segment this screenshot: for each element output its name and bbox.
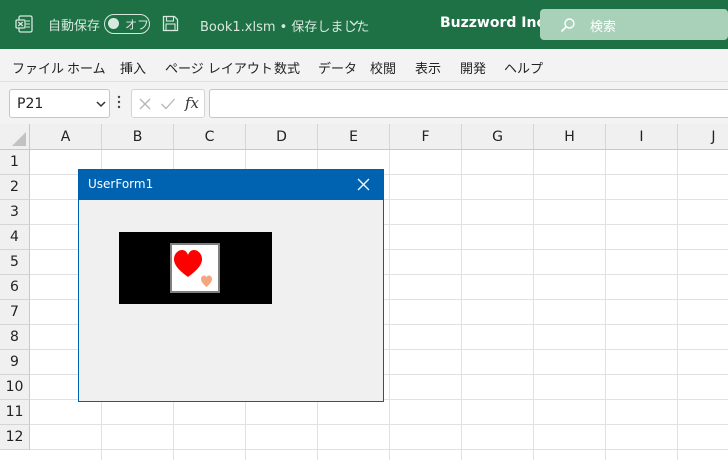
grid-line — [30, 449, 728, 450]
column-header[interactable]: B — [102, 124, 174, 150]
column-header[interactable]: E — [318, 124, 390, 150]
formula-buttons: fx — [131, 89, 205, 118]
tab-insert[interactable]: 挿入 — [120, 58, 146, 77]
userform-title: UserForm1 — [88, 177, 154, 191]
autosave-state: オフ — [125, 18, 150, 32]
search-box[interactable]: 検索 — [540, 9, 728, 40]
name-box-value: P21 — [17, 96, 44, 112]
column-header[interactable]: G — [462, 124, 534, 150]
cancel-icon[interactable] — [138, 97, 152, 111]
column-header[interactable]: A — [30, 124, 102, 150]
chevron-down-icon[interactable] — [96, 100, 106, 108]
grid-line — [533, 150, 534, 460]
formula-bar: P21 fx — [0, 82, 728, 124]
insert-function-button[interactable]: fx — [185, 94, 199, 112]
column-header[interactable]: J — [678, 124, 728, 150]
formula-input[interactable] — [209, 89, 728, 118]
tab-help[interactable]: ヘルプ — [504, 58, 543, 77]
select-all-button[interactable] — [0, 124, 30, 150]
name-box[interactable]: P21 — [9, 89, 110, 118]
chevron-down-icon[interactable] — [348, 17, 360, 29]
small-peach-heart-icon — [201, 275, 212, 287]
search-placeholder: 検索 — [590, 20, 617, 35]
row-header[interactable]: 7 — [0, 300, 30, 325]
tab-review[interactable]: 校閲 — [370, 58, 396, 77]
select-all-triangle-icon — [12, 132, 26, 146]
row-header[interactable]: 1 — [0, 150, 30, 175]
column-header[interactable]: F — [390, 124, 462, 150]
column-header[interactable]: I — [606, 124, 678, 150]
row-header[interactable]: 10 — [0, 375, 30, 400]
column-header[interactable]: C — [174, 124, 246, 150]
row-header[interactable]: 8 — [0, 325, 30, 350]
grid-line — [389, 150, 390, 460]
row-header[interactable]: 5 — [0, 250, 30, 275]
file-name[interactable]: Book1.xlsm • 保存しました — [200, 16, 369, 35]
close-icon[interactable] — [357, 178, 370, 191]
row-header[interactable]: 9 — [0, 350, 30, 375]
grid-line — [461, 150, 462, 460]
grid-line — [30, 424, 728, 425]
ribbon-tabs: ファイル ホーム 挿入 ページ レイアウト 数式 データ 校閲 表示 開発 ヘル… — [0, 49, 728, 82]
tab-home[interactable]: ホーム — [67, 58, 106, 77]
more-options-icon[interactable] — [117, 95, 121, 109]
title-bar: 自動保存 オフ Book1.xlsm • 保存しました Buzzword Inc… — [0, 0, 728, 49]
autosave-label: 自動保存 — [48, 19, 101, 34]
grid-line — [677, 150, 678, 460]
save-icon[interactable] — [162, 15, 179, 32]
column-header[interactable]: D — [246, 124, 318, 150]
row-header[interactable]: 6 — [0, 275, 30, 300]
excel-icon — [15, 15, 33, 33]
image-control[interactable] — [119, 232, 272, 304]
row-header[interactable]: 11 — [0, 400, 30, 425]
row-header[interactable]: 2 — [0, 175, 30, 200]
userform-titlebar[interactable]: UserForm1 — [79, 170, 383, 200]
autosave-toggle[interactable]: オフ — [104, 14, 150, 34]
grid-line — [605, 150, 606, 460]
row-header[interactable]: 3 — [0, 200, 30, 225]
tab-view[interactable]: 表示 — [415, 58, 441, 77]
enter-check-icon[interactable] — [160, 97, 176, 111]
account-name: Buzzword Inc. — [440, 15, 551, 31]
heart-picture — [170, 243, 220, 293]
big-red-heart-icon — [174, 250, 202, 277]
tab-developer[interactable]: 開発 — [460, 58, 486, 77]
row-header[interactable]: 12 — [0, 425, 30, 450]
tab-data[interactable]: データ — [318, 58, 357, 77]
tab-formulas[interactable]: 数式 — [274, 58, 300, 77]
tab-file[interactable]: ファイル — [12, 58, 64, 77]
row-header[interactable]: 4 — [0, 225, 30, 250]
tab-page-layout[interactable]: ページ レイアウト — [165, 58, 273, 77]
toggle-knob — [108, 18, 119, 29]
column-header[interactable]: H — [534, 124, 606, 150]
search-icon — [560, 18, 575, 33]
userform-dialog: UserForm1 — [78, 169, 384, 402]
